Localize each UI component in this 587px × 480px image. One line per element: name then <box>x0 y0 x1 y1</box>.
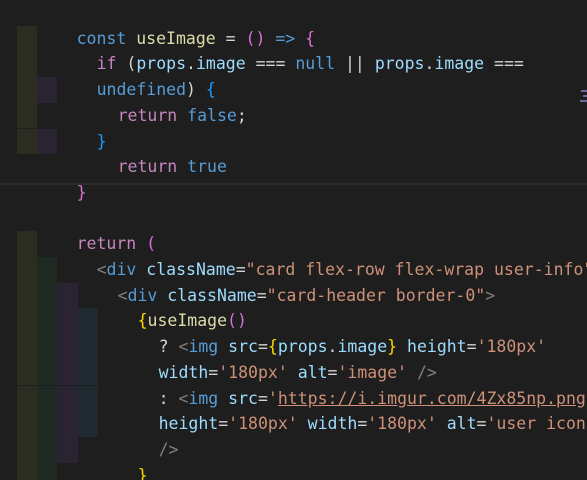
indent-guide <box>37 128 57 155</box>
indent-guide <box>17 385 37 412</box>
indent-guide <box>37 462 57 480</box>
code-line-11[interactable]: <div className="card-header border-0"> <box>0 257 587 305</box>
indent-guide <box>57 282 78 309</box>
code-line-5[interactable]: } <box>0 102 587 151</box>
code-line-2[interactable]: if (props.image === null || props.image … <box>0 25 587 73</box>
indent-guide <box>37 385 57 412</box>
indent-guide <box>17 436 37 463</box>
code-line-3[interactable]: undefined) { <box>0 51 587 99</box>
indent-guide <box>78 308 98 335</box>
code-line-13[interactable]: ? <img src={props.image} height='180px' <box>0 308 587 356</box>
indent-guide <box>57 359 78 386</box>
indent-guide <box>57 308 78 335</box>
code-line-6[interactable]: return true <box>0 128 587 176</box>
indent-guide <box>57 385 78 412</box>
indent-guide <box>17 51 37 78</box>
code-line-16[interactable]: height='180px' width='180px' alt='user i… <box>0 385 587 433</box>
indent-guide <box>17 308 37 335</box>
token-brace: } <box>76 182 87 202</box>
indent-guide <box>57 411 78 437</box>
indent-guide <box>17 25 37 52</box>
indent-guide <box>17 282 37 309</box>
indent-guide <box>37 308 57 335</box>
section-divider <box>0 183 587 185</box>
code-line-4[interactable]: return false; <box>0 77 587 125</box>
indent-guide <box>37 257 57 283</box>
indent-guide <box>37 77 57 103</box>
code-line-17[interactable]: /> <box>0 411 587 459</box>
indent-guide <box>17 77 37 103</box>
indent-guide <box>37 359 57 386</box>
indent-guide <box>37 411 57 437</box>
code-line-12[interactable]: {useImage() <box>0 282 587 330</box>
indent-guide <box>78 334 98 360</box>
indent-guide <box>17 128 37 155</box>
indent-guide <box>57 334 78 360</box>
code-line-19[interactable] <box>0 462 587 480</box>
indent-guide <box>37 334 57 360</box>
code-line-10[interactable]: <div className="card flex-row flex-wrap … <box>0 231 587 279</box>
code-line-15[interactable]: : <img src='https://i.imgur.com/4Zx85np.… <box>0 359 587 408</box>
ruler-mark <box>581 90 587 92</box>
ruler-mark <box>580 100 587 102</box>
indent-guide <box>17 411 37 437</box>
code-line-18[interactable]: } <box>0 436 587 480</box>
indent-guide <box>17 257 37 283</box>
indent-guide <box>78 359 98 386</box>
indent-guide <box>37 282 57 309</box>
indent-guide <box>78 385 98 412</box>
indent-guide <box>57 436 78 463</box>
indent-guide <box>17 102 37 129</box>
indent-guide <box>78 411 98 437</box>
code-line-7[interactable]: } <box>0 154 587 202</box>
indent-guide <box>17 334 37 360</box>
overview-ruler[interactable] <box>579 90 587 104</box>
code-editor[interactable]: const useImage = () => { if (props.image… <box>0 0 587 480</box>
indent-guide <box>17 231 37 257</box>
indent-guide <box>17 359 37 386</box>
code-line-14[interactable]: width='180px' alt='image' /> <box>0 334 587 382</box>
ruler-mark <box>583 95 587 97</box>
code-line-9[interactable]: return ( <box>0 206 587 253</box>
code-line-1[interactable]: const useImage = () => { <box>0 0 587 48</box>
indent-guide <box>17 462 37 480</box>
indent-guide <box>37 436 57 463</box>
